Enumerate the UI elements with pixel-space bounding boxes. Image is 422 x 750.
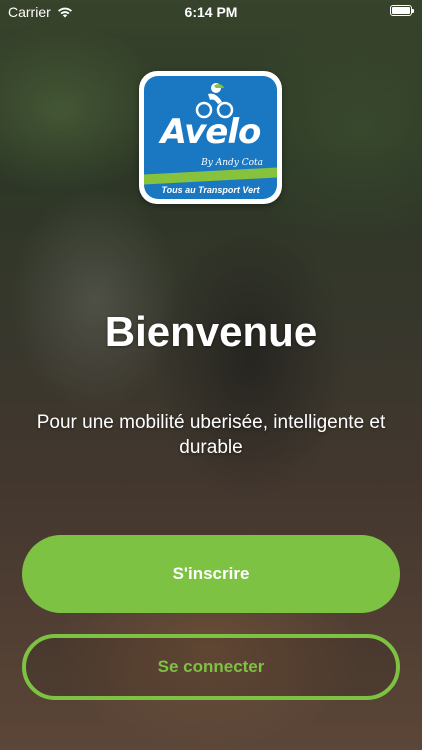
welcome-title: Bienvenue [104, 308, 318, 355]
logo-byline: By Andy Cota [201, 158, 263, 168]
signup-button[interactable]: S'inscrire [22, 535, 400, 613]
status-time: 6:14 PM [184, 4, 238, 20]
welcome-subtitle: Pour une mobilité uberisée, intelligente… [36, 412, 386, 458]
status-bar: Carrier 6:14 PM [0, 0, 422, 24]
battery-icon [390, 5, 414, 16]
logo-green-band [144, 167, 277, 185]
logo-name: Avelo [160, 112, 262, 152]
app-logo: Avelo By Andy Cota Tous au Transport Ver… [139, 71, 282, 204]
logo-badge: Avelo By Andy Cota Tous au Transport Ver… [144, 76, 277, 199]
login-button[interactable]: Se connecter [22, 634, 400, 700]
logo-tagline: Tous au Transport Vert [161, 185, 260, 195]
